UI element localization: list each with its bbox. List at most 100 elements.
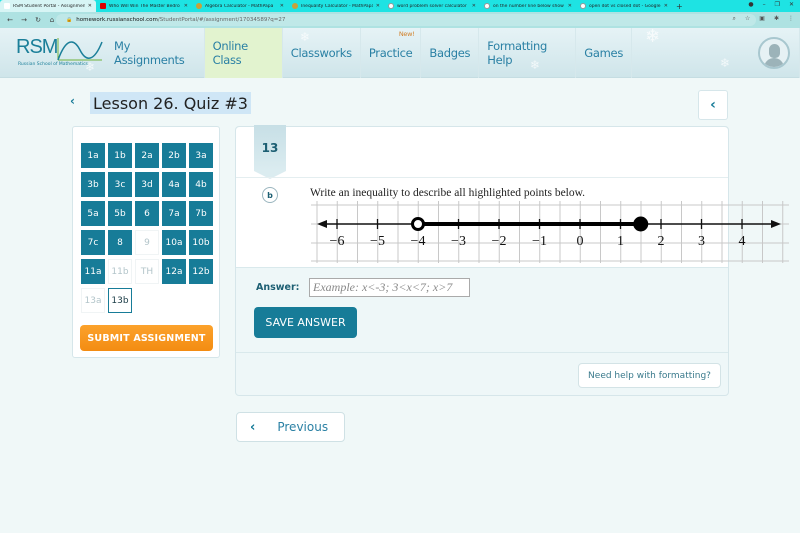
google-favicon-icon [388, 3, 394, 9]
tab-close-icon[interactable]: ✕ [184, 3, 188, 9]
submit-assignment-button[interactable]: SUBMIT ASSIGNMENT [80, 325, 213, 351]
tick-label: −1 [532, 234, 547, 249]
nav-label: Badges [429, 46, 471, 60]
question-nav-item[interactable]: 7b [189, 201, 213, 226]
back-icon[interactable]: ← [6, 16, 14, 24]
question-nav-item[interactable]: 5a [81, 201, 105, 226]
question-nav-item[interactable]: 3c [108, 172, 132, 197]
question-nav-item[interactable]: 7c [81, 230, 105, 255]
home-icon[interactable]: ⌂ [48, 16, 56, 24]
question-nav-item[interactable]: 5b [108, 201, 132, 226]
question-nav-item[interactable]: 3a [189, 143, 213, 168]
question-nav-item[interactable]: TH [135, 259, 159, 284]
nav-games[interactable]: Games [576, 28, 633, 78]
question-nav-item[interactable]: 1a [81, 143, 105, 168]
maximize-button[interactable]: ❐ [775, 1, 780, 8]
tab-close-icon[interactable]: ✕ [568, 3, 572, 9]
reload-icon[interactable]: ↻ [34, 16, 42, 24]
youtube-favicon-icon [100, 3, 106, 9]
chevron-left-icon: ‹ [250, 419, 256, 435]
tab-close-icon[interactable]: ✕ [664, 3, 668, 9]
rsm-logo[interactable]: RSM Russian School of Mathematics [16, 36, 103, 74]
question-nav-item[interactable]: 12a [162, 259, 186, 284]
question-nav-item[interactable]: 4b [189, 172, 213, 197]
page-title: Lesson 26. Quiz #3 [90, 92, 251, 114]
question-nav-item[interactable]: 13a [81, 288, 105, 313]
logo-text: RSM [16, 36, 58, 58]
question-nav-item[interactable]: 10b [189, 230, 213, 255]
browser-tab[interactable]: Inequality Calculator - MathPapa ✕ [288, 0, 384, 12]
question-nav-item[interactable]: 6 [135, 201, 159, 226]
url-field[interactable]: 🔒 homework.russianschool.com/StudentPort… [56, 14, 756, 26]
previous-label: Previous [277, 420, 329, 434]
tab-close-icon[interactable]: ✕ [376, 3, 380, 9]
nav-online-class[interactable]: Online Class [204, 28, 283, 78]
account-icon[interactable]: ● [748, 1, 753, 8]
back-chevron-icon[interactable]: ‹ [70, 94, 75, 108]
avatar-body-icon [764, 58, 784, 67]
mathpapa-favicon-icon [196, 3, 202, 9]
nav-label: Classworks [290, 46, 352, 60]
google-favicon-icon [580, 3, 586, 9]
user-avatar[interactable] [758, 37, 790, 69]
extension-icon[interactable]: ▣ [759, 15, 765, 23]
divider [236, 267, 728, 268]
question-nav-item[interactable]: 2a [135, 143, 159, 168]
site-header: ❄ ❄ ❄ ❄ ❄ RSM Russian School of Mathemat… [0, 26, 800, 78]
question-nav-item[interactable]: 11b [108, 259, 132, 284]
forward-icon[interactable]: → [20, 16, 28, 24]
question-nav-item[interactable]: 2b [162, 143, 186, 168]
browser-tab[interactable]: RSM Student Portal - Assignment ✕ [0, 0, 96, 12]
tab-title: open dot vs closed dot - Google [589, 3, 661, 9]
new-tab-button[interactable]: + [676, 2, 683, 11]
question-number: 13 [254, 125, 286, 171]
previous-button[interactable]: ‹ Previous [236, 412, 345, 442]
bookmark-star-icon[interactable]: ☆ [745, 15, 750, 23]
question-nav-item[interactable]: 13b [108, 288, 132, 313]
number-line-figure: −6 −5 −4 −3 −2 −1 0 1 2 3 4 [311, 201, 789, 263]
nav-classworks[interactable]: Classworks [283, 28, 361, 78]
save-answer-button[interactable]: SAVE ANSWER [254, 307, 357, 338]
tab-title: RSM Student Portal - Assignment [13, 3, 85, 9]
minimize-button[interactable]: – [763, 1, 766, 8]
tick-label: −6 [330, 234, 345, 249]
answer-input[interactable] [309, 278, 470, 297]
question-nav-item[interactable]: 3b [81, 172, 105, 197]
nav-formatting-help[interactable]: Formatting Help [479, 28, 577, 78]
tab-close-icon[interactable]: ✕ [472, 3, 476, 9]
question-nav-item[interactable]: 3d [135, 172, 159, 197]
question-nav-item[interactable]: 8 [108, 230, 132, 255]
question-nav-item[interactable]: 11a [81, 259, 105, 284]
zoom-icon[interactable]: ⌕ [733, 15, 736, 23]
browser-tab-bar: RSM Student Portal - Assignment ✕ Who Will… [0, 0, 800, 12]
nav-practice[interactable]: New! Practice [361, 28, 422, 78]
browser-tab[interactable]: on the number line below show ✕ [480, 0, 576, 12]
window-controls: ● – ❐ ✕ [748, 1, 794, 8]
avatar-head-icon [769, 44, 780, 58]
browser-tab[interactable]: open dot vs closed dot - Google ✕ [576, 0, 672, 12]
question-nav-item[interactable]: 1b [108, 143, 132, 168]
tick-label: 3 [698, 234, 705, 249]
question-nav-item[interactable]: 12b [189, 259, 213, 284]
formatting-help-button[interactable]: Need help with formatting? [578, 363, 721, 388]
nav-badges[interactable]: Badges [421, 28, 480, 78]
question-nav-item[interactable]: 4a [162, 172, 186, 197]
part-badge: b [262, 187, 278, 203]
rsm-favicon-icon [4, 3, 10, 9]
question-nav-item[interactable]: 10a [162, 230, 186, 255]
tab-close-icon[interactable]: ✕ [280, 3, 284, 9]
chevron-left-icon: ‹ [710, 97, 716, 113]
question-navigator: 1a 1b 2a 2b 3a 3b 3c 3d 4a 4b 5a 5b 6 7a 7b 7c 8 9 10a 10b 1… [72, 126, 220, 358]
question-card: 13 b Write an inequality to describe all… [235, 125, 789, 396]
browser-tab[interactable]: Algebra Calculator - MathPapa ✕ [192, 0, 288, 12]
menu-icon[interactable]: ⋮ [788, 15, 794, 23]
browser-tab[interactable]: word problem solver calculator ✕ [384, 0, 480, 12]
tab-close-icon[interactable]: ✕ [88, 3, 92, 9]
close-window-button[interactable]: ✕ [789, 1, 794, 8]
puzzle-icon[interactable]: ✱ [774, 15, 779, 23]
browser-tab[interactable]: Who Will Win The Master Bedro ✕ [96, 0, 192, 12]
question-nav-item[interactable]: 9 [135, 230, 159, 255]
question-nav-item[interactable]: 7a [162, 201, 186, 226]
nav-my-assignments[interactable]: My Assignments [106, 28, 205, 78]
collapse-panel-button[interactable]: ‹ [698, 90, 728, 120]
